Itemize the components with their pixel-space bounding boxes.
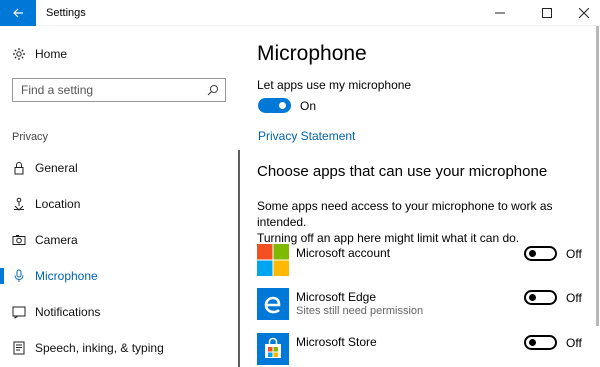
edge-icon — [257, 288, 289, 320]
sidebar-item-label: Location — [35, 197, 81, 211]
gear-icon — [12, 47, 26, 61]
sidebar-item-label: Notifications — [35, 305, 101, 319]
minimize-button[interactable] — [480, 0, 520, 26]
app-row-microsoft-edge: Microsoft Edge Sites still need permissi… — [257, 288, 600, 324]
store-icon — [257, 333, 289, 365]
section-heading-privacy: Privacy — [12, 131, 49, 143]
app-name: Microsoft account — [296, 246, 391, 260]
scrollbar[interactable] — [596, 26, 599, 326]
app-row-microsoft-account: Microsoft account Off — [257, 244, 600, 280]
title-bar: Settings — [0, 0, 600, 26]
lock-icon — [12, 161, 26, 175]
page-title: Microphone — [257, 42, 367, 65]
main-content: Microphone Let apps use my microphone On… — [257, 26, 600, 367]
sidebar-item-home[interactable]: Home — [0, 38, 238, 70]
toggle-knob — [529, 250, 536, 257]
app-name: Microsoft Store — [296, 335, 377, 349]
sidebar-item-camera[interactable]: Camera — [0, 224, 238, 256]
pane-divider — [238, 150, 240, 367]
description-line: Some apps need access to your microphone… — [257, 199, 553, 229]
section-title: Choose apps that can use your microphone — [257, 163, 548, 180]
section-description: Some apps need access to your microphone… — [257, 198, 597, 246]
speech-icon — [12, 341, 26, 355]
sidebar-item-label: Camera — [35, 233, 78, 247]
sidebar-item-label: Home — [35, 47, 68, 61]
toggle-knob — [529, 339, 536, 346]
app-name: Microsoft Edge — [296, 290, 377, 304]
search-icon[interactable] — [207, 84, 219, 96]
active-indicator — [0, 268, 4, 284]
close-button[interactable] — [564, 0, 600, 26]
privacy-statement-link[interactable]: Privacy Statement — [258, 129, 355, 143]
window-title: Settings — [46, 7, 86, 19]
app-subtitle: Sites still need permission — [296, 305, 424, 317]
sidebar-item-label: General — [35, 161, 78, 175]
app-row-microsoft-store: Microsoft Store Off — [257, 333, 600, 367]
back-arrow-icon — [13, 8, 23, 18]
toggle-knob — [529, 294, 536, 301]
microsoft-account-toggle[interactable] — [524, 246, 557, 261]
master-toggle-label: Let apps use my microphone — [257, 78, 412, 92]
master-toggle-state: On — [300, 99, 317, 113]
back-button[interactable] — [0, 0, 36, 26]
sidebar: Home Privacy General Location — [0, 26, 238, 367]
app-toggle-state: Off — [566, 291, 582, 305]
maximize-icon — [542, 8, 552, 18]
camera-icon — [12, 233, 26, 247]
sidebar-item-label: Speech, inking, & typing — [35, 341, 164, 355]
app-toggle-state: Off — [566, 336, 582, 350]
microsoft-edge-toggle[interactable] — [524, 290, 557, 305]
sidebar-item-general[interactable]: General — [0, 152, 238, 184]
sidebar-item-speech[interactable]: Speech, inking, & typing — [0, 332, 238, 364]
sidebar-item-location[interactable]: Location — [0, 188, 238, 220]
sidebar-item-microphone[interactable]: Microphone — [0, 260, 238, 292]
microsoft-store-toggle[interactable] — [524, 335, 557, 350]
close-icon — [579, 8, 589, 18]
sidebar-item-label: Microphone — [35, 269, 98, 283]
location-icon — [12, 197, 26, 211]
microsoft-logo-icon — [257, 244, 289, 276]
microphone-access-toggle[interactable] — [258, 98, 291, 113]
notifications-icon — [12, 305, 26, 319]
toggle-knob — [279, 102, 286, 109]
minimize-icon — [495, 12, 505, 14]
microphone-icon — [12, 269, 26, 283]
search-input[interactable] — [13, 79, 193, 101]
app-toggle-state: Off — [566, 247, 582, 261]
search-box[interactable] — [12, 78, 226, 102]
maximize-button[interactable] — [527, 0, 567, 26]
sidebar-item-notifications[interactable]: Notifications — [0, 296, 238, 328]
